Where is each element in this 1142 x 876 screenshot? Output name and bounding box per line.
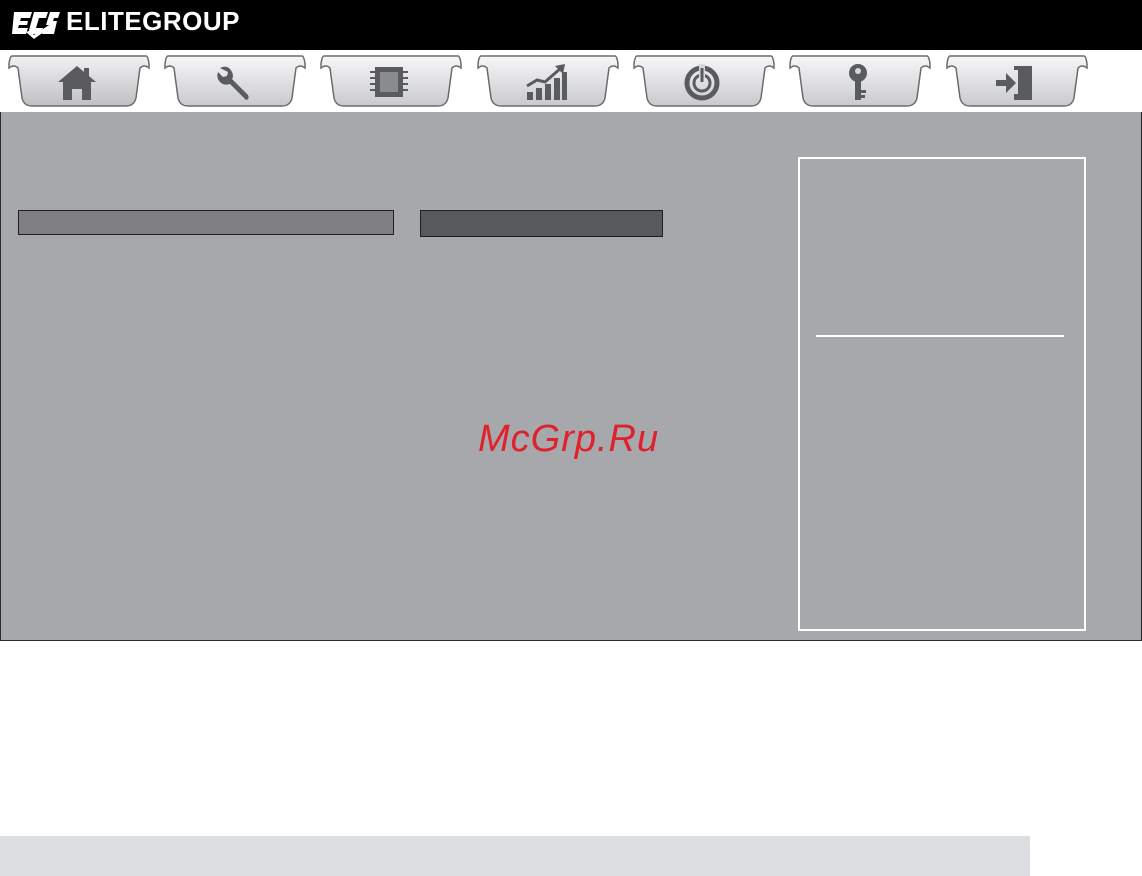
watermark-text: McGrp.Ru [478, 418, 660, 460]
key-icon [849, 64, 867, 100]
tab-exit[interactable] [946, 54, 1088, 110]
bios-main-panel [0, 112, 1142, 641]
tab-boot[interactable] [633, 54, 775, 110]
tab-security[interactable] [789, 54, 931, 110]
chip-icon [370, 67, 408, 97]
tab-mib[interactable] [477, 54, 619, 110]
brand-name: ELITEGROUP [66, 6, 241, 36]
ecs-logo-icon [12, 12, 60, 39]
tab-bar [0, 50, 1142, 112]
help-panel [798, 157, 1086, 631]
exit-door-icon [996, 66, 1032, 100]
chart-up-icon [526, 64, 567, 100]
tab-main[interactable] [8, 54, 150, 110]
wrench-icon [217, 66, 249, 100]
item-column-header [18, 210, 394, 235]
power-icon [684, 64, 720, 101]
help-divider [816, 335, 1064, 337]
tab-chipset[interactable] [320, 54, 462, 110]
bottom-strip [0, 836, 1030, 876]
home-icon [58, 66, 96, 100]
value-column-header [420, 210, 663, 237]
header-bar: ELITEGROUP [0, 0, 1142, 50]
tab-advanced[interactable] [164, 54, 306, 110]
